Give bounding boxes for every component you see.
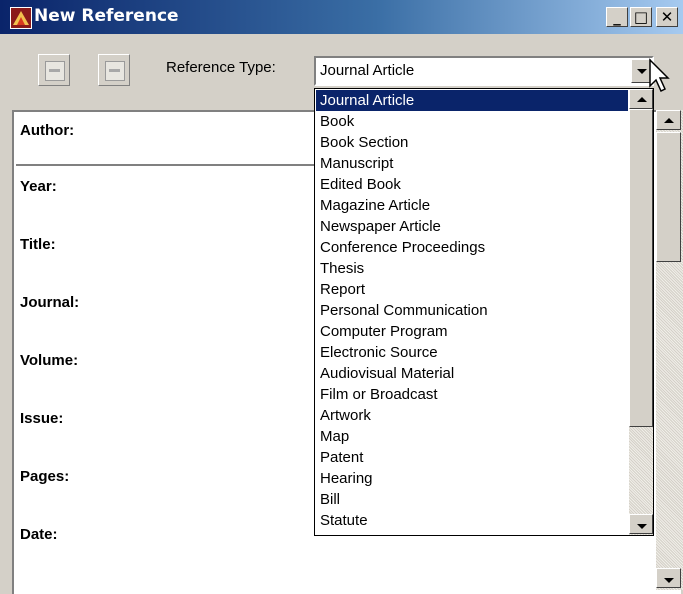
dropdown-option[interactable]: Film or Broadcast [316, 384, 628, 405]
date-label: Date: [20, 526, 58, 543]
app-icon [10, 7, 32, 29]
author-field[interactable] [16, 112, 336, 166]
dropdown-option[interactable]: Computer Program [316, 321, 628, 342]
dropdown-option[interactable]: Electronic Source [316, 342, 628, 363]
scrollbar-thumb[interactable] [656, 132, 681, 262]
scroll-down-icon [637, 524, 647, 529]
dropdown-option[interactable]: Report [316, 279, 628, 300]
dropdown-option[interactable]: Magazine Article [316, 195, 628, 216]
dropdown-option[interactable]: Statute [316, 510, 628, 531]
issue-label: Issue: [20, 410, 64, 427]
reference-type-value: Journal Article [320, 62, 415, 79]
mouse-cursor-icon [649, 58, 670, 93]
dropdown-option[interactable]: Journal Article [316, 90, 628, 111]
dropdown-option[interactable]: Hearing [316, 468, 628, 489]
volume-label: Volume: [20, 352, 79, 369]
toolbar-button-1[interactable] [38, 54, 70, 86]
dropdown-option[interactable]: Audiovisual Material [316, 363, 628, 384]
dropdown-option[interactable]: Map [316, 426, 628, 447]
new-reference-window: New Reference _ □ ✕ Reference Type: Jour… [0, 0, 683, 594]
scroll-down-icon [664, 578, 674, 583]
dropdown-scrollbar-thumb[interactable] [629, 109, 653, 427]
dropdown-option[interactable]: Manuscript [316, 153, 628, 174]
dropdown-option[interactable]: Newspaper Article [316, 216, 628, 237]
title-label: Title: [20, 236, 56, 253]
dropdown-scrollbar[interactable] [629, 89, 653, 535]
dropdown-option[interactable]: Artwork [316, 405, 628, 426]
dropdown-option[interactable]: Conference Proceedings [316, 237, 628, 258]
author-label: Author: [20, 122, 75, 139]
reference-type-select[interactable]: Journal Article [314, 56, 654, 86]
dropdown-option[interactable]: Thesis [316, 258, 628, 279]
reference-type-label: Reference Type: [166, 59, 276, 76]
dropdown-option[interactable]: Book Section [316, 132, 628, 153]
maximize-button[interactable]: □ [630, 7, 652, 27]
unlink-icon [105, 61, 125, 81]
minimize-button[interactable]: _ [606, 7, 628, 27]
year-label: Year: [20, 178, 57, 195]
dropdown-option[interactable]: Book [316, 111, 628, 132]
reference-type-dropdown-list: Journal Article Book Book Section Manuscrip… [314, 88, 654, 536]
window-title: New Reference [34, 6, 179, 26]
pages-label: Pages: [20, 468, 70, 485]
dropdown-option[interactable]: Personal Communication [316, 300, 628, 321]
close-button[interactable]: ✕ [656, 7, 678, 27]
scroll-up-button[interactable] [656, 110, 681, 130]
form-scrollbar[interactable] [656, 110, 683, 590]
chevron-down-icon [637, 69, 647, 74]
scroll-down-button[interactable] [656, 568, 681, 588]
dropdown-option[interactable]: Patent [316, 447, 628, 468]
link-icon [45, 61, 65, 81]
scroll-up-icon [637, 97, 647, 102]
toolbar-button-2[interactable] [98, 54, 130, 86]
dropdown-option[interactable]: Bill [316, 489, 628, 510]
scroll-up-icon [664, 118, 674, 123]
dropdown-scroll-down-button[interactable] [629, 514, 653, 534]
journal-label: Journal: [20, 294, 80, 311]
dropdown-option[interactable]: Edited Book [316, 174, 628, 195]
title-bar[interactable]: New Reference _ □ ✕ [0, 0, 683, 34]
